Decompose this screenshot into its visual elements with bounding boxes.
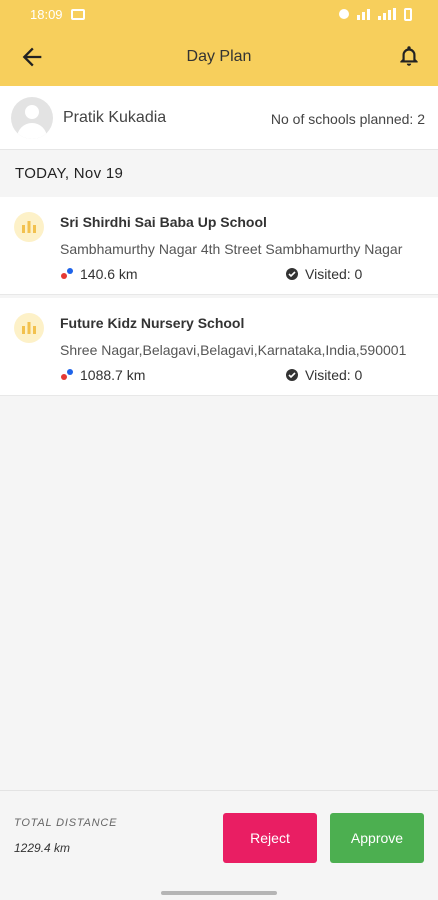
reject-button[interactable]: Reject xyxy=(223,813,317,863)
status-bar: 18:09 xyxy=(0,0,438,28)
back-arrow-icon[interactable] xyxy=(18,43,46,71)
schools-planned-count: No of schools planned: 2 xyxy=(270,111,425,127)
visited: Visited: 0 xyxy=(285,266,362,282)
visited-count: Visited: 0 xyxy=(305,266,363,282)
distance-value: 1088.7 km xyxy=(80,367,146,383)
user-summary: Pratik Kukadia No of schools planned: 2 xyxy=(0,86,438,150)
alarm-icon xyxy=(339,9,349,19)
distance: 1088.7 km xyxy=(60,367,145,383)
total-distance-label: TOTAL DISTANCE xyxy=(14,817,118,829)
gallery-icon xyxy=(70,8,85,20)
school-address: Shree Nagar,Belagavi,Belagavi,Karnataka,… xyxy=(60,342,407,358)
avatar xyxy=(11,97,53,139)
notification-bell-icon[interactable] xyxy=(396,43,422,69)
wifi-icon xyxy=(357,8,370,20)
bottom-action-bar: TOTAL DISTANCE 1229.4 km Reject Approve xyxy=(0,790,438,900)
school-name: Future Kidz Nursery School xyxy=(60,315,245,331)
home-indicator[interactable] xyxy=(161,891,277,895)
distance-value: 140.6 km xyxy=(80,266,138,282)
distance: 140.6 km xyxy=(60,266,138,282)
date-header: TODAY, Nov 19 xyxy=(15,165,124,182)
distance-icon xyxy=(61,369,73,380)
page-title: Day Plan xyxy=(186,48,252,65)
school-card[interactable]: Sri Shirdhi Sai Baba Up School Sambhamur… xyxy=(0,197,438,295)
total-distance-value: 1229.4 km xyxy=(14,841,71,855)
app-bar: Day Plan xyxy=(0,28,438,86)
battery-icon xyxy=(404,7,412,21)
signal-icon xyxy=(378,8,396,20)
approve-button[interactable]: Approve xyxy=(330,813,424,863)
visited-icon xyxy=(286,369,298,381)
school-name: Sri Shirdhi Sai Baba Up School xyxy=(60,214,267,230)
visited: Visited: 0 xyxy=(285,367,362,383)
distance-icon xyxy=(61,268,73,279)
school-icon xyxy=(14,212,44,242)
user-name: Pratik Kukadia xyxy=(63,109,167,126)
status-time: 18:09 xyxy=(30,6,63,22)
visited-icon xyxy=(286,268,298,280)
school-card[interactable]: Future Kidz Nursery School Shree Nagar,B… xyxy=(0,298,438,396)
visited-count: Visited: 0 xyxy=(305,367,363,383)
school-address: Sambhamurthy Nagar 4th Street Sambhamurt… xyxy=(60,241,403,257)
school-icon xyxy=(14,313,44,343)
